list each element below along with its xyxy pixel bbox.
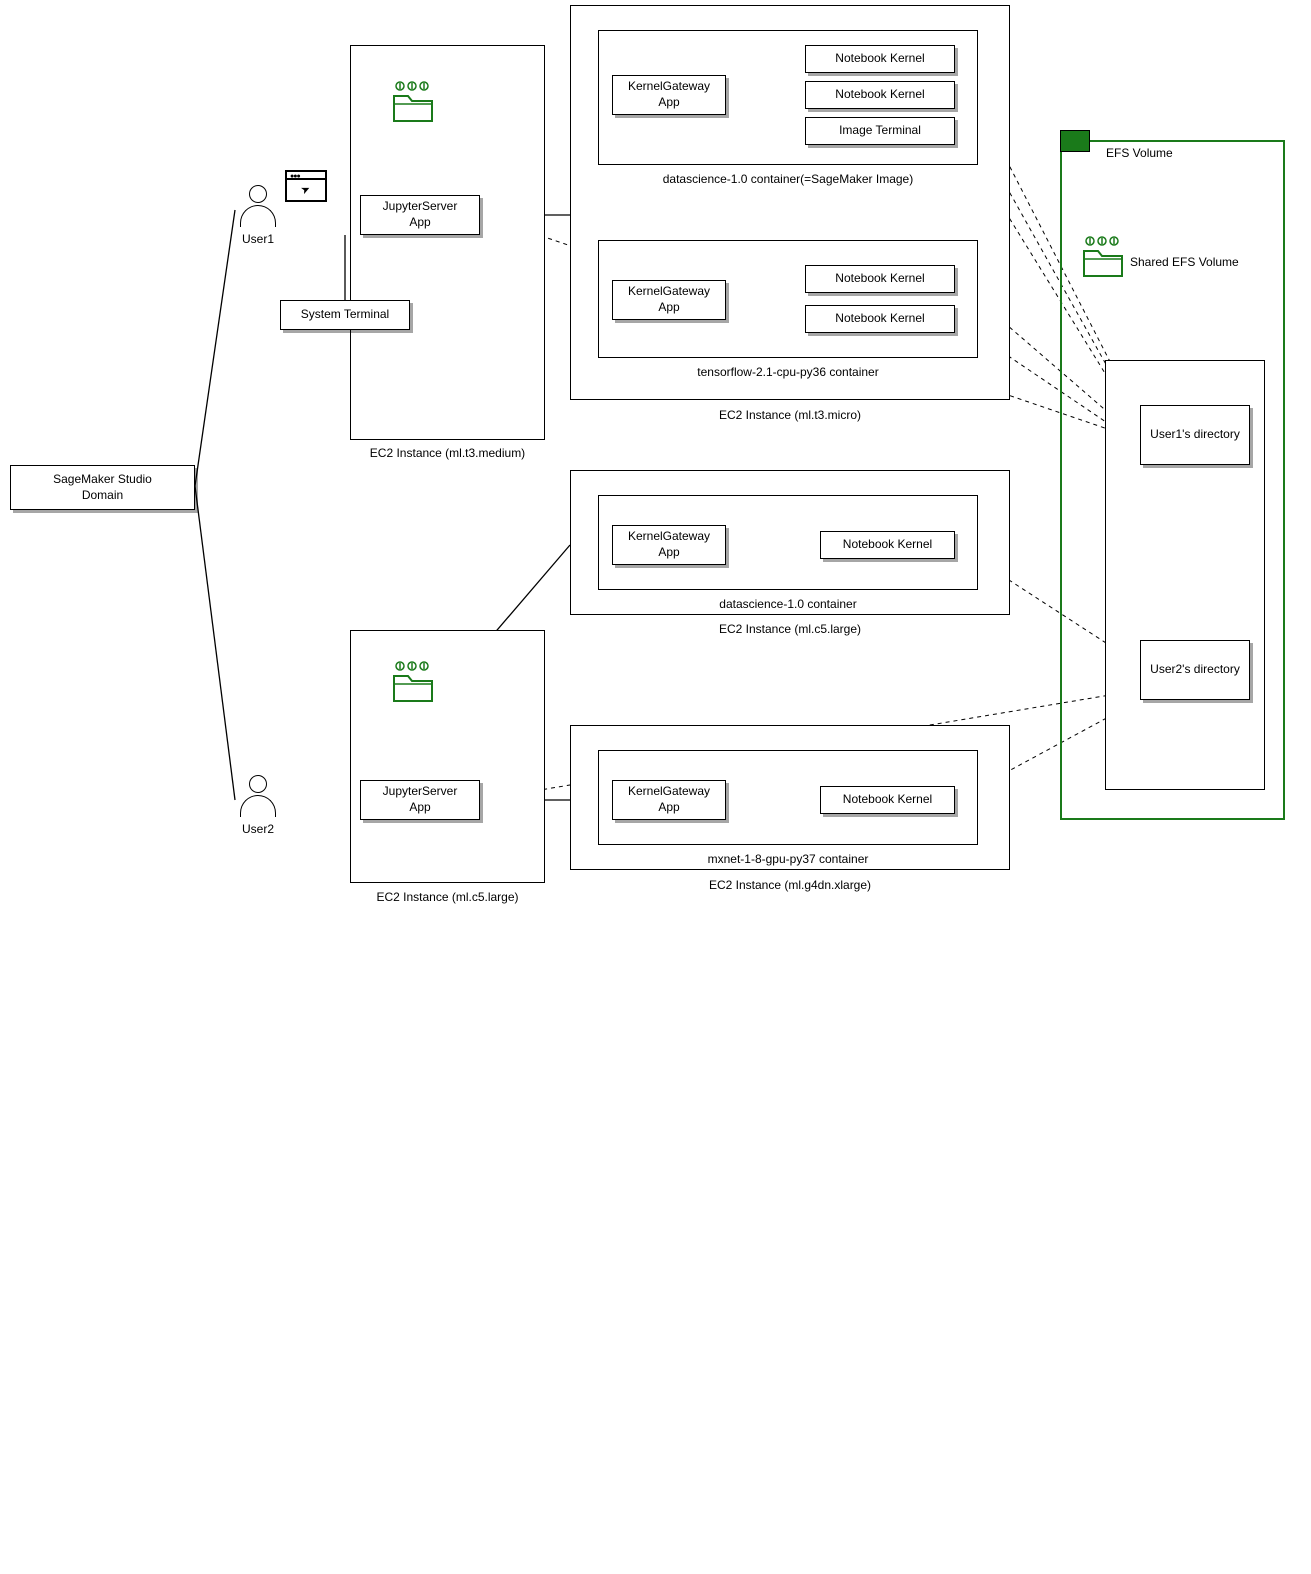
notebook-kernel-4: Notebook Kernel — [820, 786, 955, 814]
ec2-instance-5-label: EC2 Instance (ml.g4dn.xlarge) — [570, 878, 1010, 892]
ec2-instance-1-label: EC2 Instance (ml.t3.medium) — [350, 446, 545, 460]
notebook-kernel-1a: Notebook Kernel — [805, 45, 955, 73]
sagemaker-domain-box: SageMaker Studio Domain — [10, 465, 195, 510]
ec2-instance-4-label: EC2 Instance (ml.c5.large) — [570, 622, 1010, 636]
user2-label: User2 — [238, 822, 278, 836]
ec2-instance-2-label: EC2 Instance (ml.t3.micro) — [570, 408, 1010, 422]
container-1-label: datascience-1.0 container(=SageMaker Ima… — [598, 172, 978, 186]
kernel-gateway-app-1: KernelGateway App — [612, 75, 726, 115]
system-terminal-box: System Terminal — [280, 300, 410, 330]
browser-icon: ●●● ➤ — [285, 170, 327, 202]
kernel-gateway-app-3: KernelGateway App — [612, 525, 726, 565]
efs-volume-label: EFS Volume — [1100, 140, 1240, 166]
user-icon — [238, 775, 278, 825]
folder-icon — [390, 80, 436, 126]
user1-label: User1 — [238, 232, 278, 246]
efs-shared-label: Shared EFS Volume — [1130, 255, 1260, 269]
container-2-label: tensorflow-2.1-cpu-py36 container — [598, 365, 978, 379]
kernel-gateway-app-2: KernelGateway App — [612, 280, 726, 320]
container-3-label: datascience-1.0 container — [598, 597, 978, 611]
notebook-kernel-2b: Notebook Kernel — [805, 305, 955, 333]
jupyter-server-app-1: JupyterServer App — [360, 195, 480, 235]
ec2-instance-3 — [350, 630, 545, 883]
user-icon — [238, 185, 278, 235]
jupyter-server-app-2: JupyterServer App — [360, 780, 480, 820]
kernel-gateway-app-4: KernelGateway App — [612, 780, 726, 820]
image-terminal-box: Image Terminal — [805, 117, 955, 145]
folder-icon — [390, 660, 436, 706]
ec2-instance-3-label: EC2 Instance (ml.c5.large) — [350, 890, 545, 904]
notebook-kernel-1b: Notebook Kernel — [805, 81, 955, 109]
folder-icon — [1080, 235, 1126, 281]
efs-volume-tab — [1060, 130, 1090, 152]
ec2-instance-1 — [350, 45, 545, 440]
user1-directory-box: User1's directory — [1140, 405, 1250, 465]
notebook-kernel-3: Notebook Kernel — [820, 531, 955, 559]
container-4-label: mxnet-1-8-gpu-py37 container — [598, 852, 978, 866]
notebook-kernel-2a: Notebook Kernel — [805, 265, 955, 293]
user2-directory-box: User2's directory — [1140, 640, 1250, 700]
